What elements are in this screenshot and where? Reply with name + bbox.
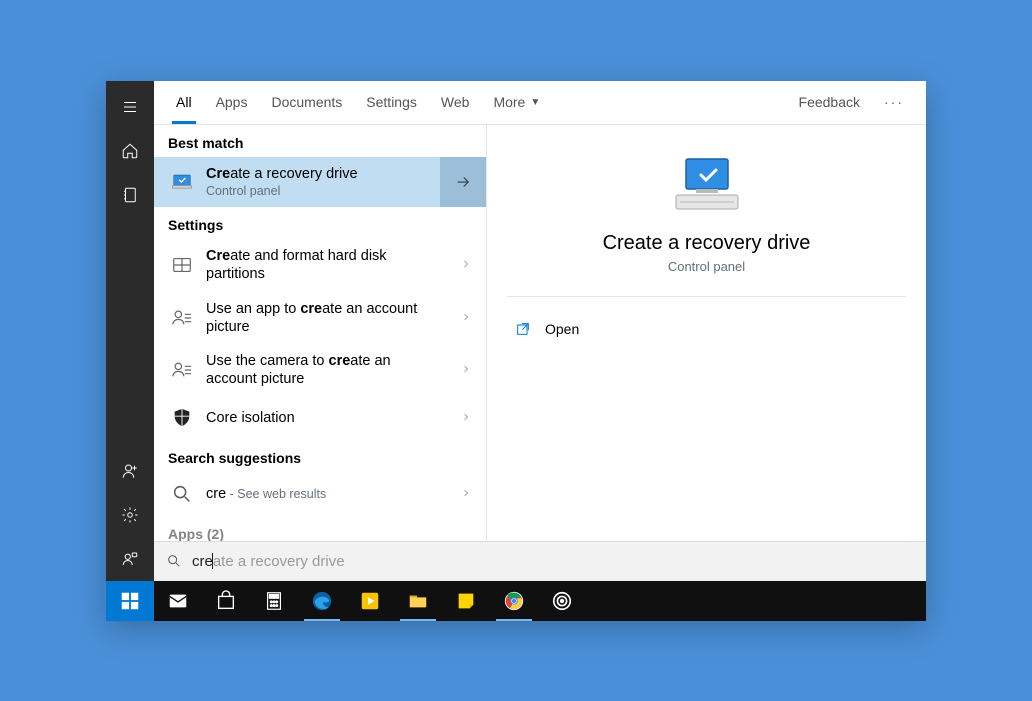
search-icon	[168, 480, 196, 508]
start-search-window: All Apps Documents Settings Web More ▼ F…	[106, 81, 926, 621]
more-dots-icon[interactable]: ···	[872, 94, 916, 110]
taskbar-file-explorer-icon[interactable]	[394, 581, 442, 621]
search-ghost-text: ate a recovery drive	[213, 553, 345, 570]
chevron-right-icon	[460, 486, 472, 502]
search-bar[interactable]: create a recovery drive	[154, 541, 926, 581]
taskbar-mail-icon[interactable]	[154, 581, 202, 621]
taskbar-sticky-notes-icon[interactable]	[442, 581, 490, 621]
section-apps: Apps (2)	[154, 516, 486, 541]
chevron-right-icon	[460, 257, 472, 273]
section-search-suggestions: Search suggestions	[154, 440, 486, 472]
best-match-sub: Control panel	[206, 184, 422, 200]
result-camera-account-picture[interactable]: Use the camera to create an account pict…	[154, 344, 486, 396]
result-title: Use the camera to create an account pict…	[206, 352, 442, 388]
taskbar-calculator-icon[interactable]	[250, 581, 298, 621]
tab-web[interactable]: Web	[429, 80, 482, 124]
gear-icon[interactable]	[106, 493, 154, 537]
search-icon	[166, 553, 182, 569]
section-settings: Settings	[154, 207, 486, 239]
chevron-right-icon	[460, 410, 472, 426]
home-icon[interactable]	[106, 129, 154, 173]
result-title: cre - See web results	[206, 485, 442, 503]
open-icon	[515, 321, 531, 337]
shield-icon	[168, 404, 196, 432]
result-web-suggestion[interactable]: cre - See web results	[154, 472, 486, 516]
preview-panel: Create a recovery drive Control panel Op…	[487, 125, 926, 541]
tab-apps[interactable]: Apps	[204, 80, 260, 124]
preview-title: Create a recovery drive	[603, 232, 811, 255]
taskbar-edge-icon[interactable]	[298, 581, 346, 621]
results-body: Best match Create a recovery drive Contr…	[154, 125, 926, 541]
result-title: Use an app to create an account picture	[206, 300, 442, 336]
best-match-title: Create a recovery drive	[206, 165, 422, 183]
preview-subtitle: Control panel	[668, 259, 745, 274]
expand-arrow-button[interactable]	[440, 157, 486, 208]
result-title: Core isolation	[206, 409, 442, 427]
taskbar-store-icon[interactable]	[202, 581, 250, 621]
person-pin-icon[interactable]	[106, 537, 154, 581]
open-action[interactable]: Open	[507, 313, 906, 345]
recovery-drive-large-icon	[668, 155, 746, 220]
taskbar-player-icon[interactable]	[346, 581, 394, 621]
account-picture-icon	[168, 304, 196, 332]
left-rail	[106, 81, 154, 581]
search-tabs: All Apps Documents Settings Web More ▼ F…	[154, 81, 926, 125]
content-area: All Apps Documents Settings Web More ▼ F…	[154, 81, 926, 581]
feedback-link[interactable]: Feedback	[787, 94, 872, 110]
search-typed-text: cre	[192, 553, 213, 570]
hamburger-icon[interactable]	[106, 85, 154, 129]
tab-more-label: More	[493, 94, 525, 110]
start-button[interactable]	[106, 581, 154, 621]
tab-documents[interactable]: Documents	[259, 80, 354, 124]
chevron-down-icon: ▼	[530, 97, 540, 108]
chevron-right-icon	[460, 310, 472, 326]
main-area: All Apps Documents Settings Web More ▼ F…	[106, 81, 926, 581]
result-format-disk[interactable]: Create and format hard disk partitions	[154, 239, 486, 291]
notebook-icon[interactable]	[106, 173, 154, 217]
open-label: Open	[545, 321, 579, 337]
tab-settings[interactable]: Settings	[354, 80, 429, 124]
tab-all[interactable]: All	[164, 80, 204, 124]
best-match-result[interactable]: Create a recovery drive Control panel	[154, 157, 486, 208]
taskbar-chrome-icon[interactable]	[490, 581, 538, 621]
preview-card: Create a recovery drive Control panel	[507, 155, 906, 297]
account-picture-icon	[168, 356, 196, 384]
chevron-right-icon	[460, 362, 472, 378]
recovery-drive-icon	[168, 168, 196, 196]
preview-actions: Open	[507, 297, 906, 361]
add-user-icon[interactable]	[106, 449, 154, 493]
result-app-account-picture[interactable]: Use an app to create an account picture	[154, 292, 486, 344]
taskbar-target-icon[interactable]	[538, 581, 586, 621]
results-panel: Best match Create a recovery drive Contr…	[154, 125, 487, 541]
result-core-isolation[interactable]: Core isolation	[154, 396, 486, 440]
partitions-icon	[168, 251, 196, 279]
section-best-match: Best match	[154, 125, 486, 157]
result-title: Create and format hard disk partitions	[206, 247, 442, 283]
tab-more[interactable]: More ▼	[481, 80, 552, 124]
taskbar	[106, 581, 926, 621]
